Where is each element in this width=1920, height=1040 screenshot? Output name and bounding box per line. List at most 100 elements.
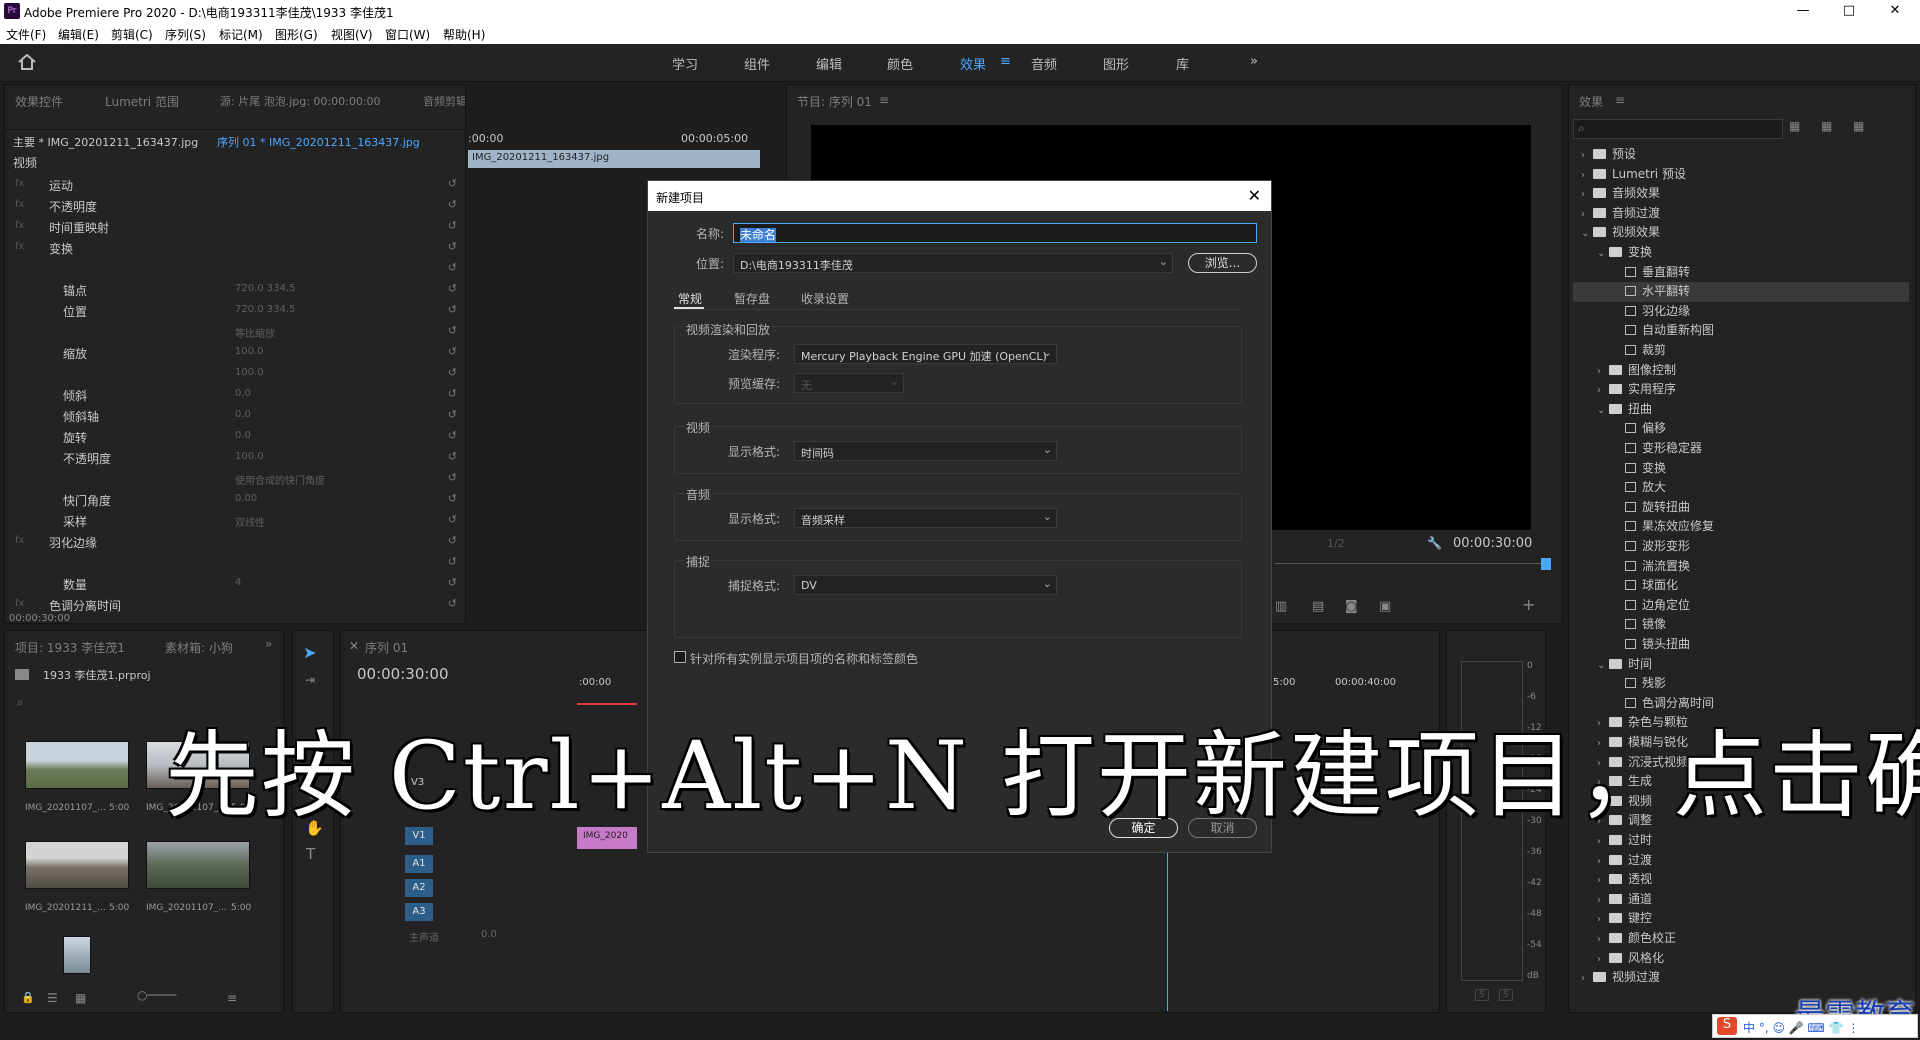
reset-icon[interactable]: ↺: [448, 177, 457, 190]
effects-item[interactable]: 变换: [1573, 459, 1909, 479]
effect-property-row[interactable]: 倾斜轴 0.0 ↺: [5, 406, 467, 427]
fx-badge-icon[interactable]: fx: [15, 241, 24, 252]
workspace-editing[interactable]: 编辑: [816, 54, 842, 73]
tab-project[interactable]: 项目: 1933 李佳茂1: [15, 639, 125, 656]
effects-item[interactable]: 球面化: [1573, 576, 1909, 596]
effect-property-value[interactable]: 720.0 334.5: [235, 304, 295, 315]
renderer-select[interactable]: Mercury Playback Engine GPU 加速 (OpenCL) …: [794, 344, 1057, 364]
video-format-select[interactable]: 时间码 ⌄: [794, 441, 1057, 461]
effect-property-value[interactable]: 双线性: [235, 514, 265, 529]
effects-folder-item[interactable]: › 实用程序: [1573, 380, 1909, 400]
reset-icon[interactable]: ↺: [448, 450, 457, 463]
fx-badge-icon[interactable]: fx: [15, 535, 24, 546]
solo-right-button[interactable]: S: [1499, 989, 1513, 1001]
tab-sequence[interactable]: 序列 01: [365, 639, 408, 656]
effects-item[interactable]: 偏移: [1573, 419, 1909, 439]
compare-icon[interactable]: ▣: [1379, 599, 1391, 614]
reset-icon[interactable]: ↺: [448, 492, 457, 505]
effects-panel-menu-icon[interactable]: ≡: [1615, 93, 1625, 107]
effects-folder-item[interactable]: › 透视: [1573, 870, 1909, 890]
effect-property-row[interactable]: 使用合成的快门角度 ↺: [5, 469, 467, 490]
fx-badge-icon[interactable]: fx: [15, 220, 24, 231]
ec-clip-bar[interactable]: IMG_20201211_163437.jpg: [468, 150, 760, 168]
solo-left-button[interactable]: S: [1475, 989, 1489, 1001]
reset-icon[interactable]: ↺: [448, 282, 457, 295]
capture-format-select[interactable]: DV ⌄: [794, 575, 1057, 595]
thumbnail-1[interactable]: [25, 741, 129, 789]
browse-button[interactable]: 浏览...: [1188, 253, 1257, 273]
workspace-assembly[interactable]: 组件: [744, 54, 770, 73]
wrench-icon[interactable]: 🔧: [1427, 536, 1442, 550]
effects-item[interactable]: 自动重新构图: [1573, 321, 1909, 341]
reset-icon[interactable]: ↺: [448, 597, 457, 610]
workspace-learn[interactable]: 学习: [672, 54, 698, 73]
effect-property-value[interactable]: 720.0 334.5: [235, 283, 295, 294]
effects-item[interactable]: 旋转扭曲: [1573, 498, 1909, 518]
reset-icon[interactable]: ↺: [448, 534, 457, 547]
effect-property-row[interactable]: 缩放 100.0 ↺: [5, 343, 467, 364]
menu-help[interactable]: 帮助(H): [443, 26, 485, 43]
reset-icon[interactable]: ↺: [448, 198, 457, 211]
effects-item[interactable]: 羽化边缘: [1573, 302, 1909, 322]
name-input[interactable]: 未命名: [733, 223, 1257, 243]
effects-item[interactable]: 裁剪: [1573, 341, 1909, 361]
effect-property-row[interactable]: ↺: [5, 259, 467, 280]
effect-property-row[interactable]: 位置 720.0 334.5 ↺: [5, 301, 467, 322]
effects-folder-item[interactable]: › 风格化: [1573, 949, 1909, 969]
effect-property-value[interactable]: 100.0: [235, 346, 264, 357]
add-button-icon[interactable]: +: [1522, 595, 1535, 614]
thumbnail-3[interactable]: [25, 841, 129, 889]
effect-property-row[interactable]: 快门角度 0.00 ↺: [5, 490, 467, 511]
tab-general[interactable]: 常规: [678, 290, 702, 307]
reset-icon[interactable]: ↺: [448, 387, 457, 400]
effect-property-value[interactable]: 0.0: [235, 409, 251, 420]
menu-file[interactable]: 文件(F): [6, 26, 46, 43]
sogou-ime-icon[interactable]: S: [1717, 1017, 1737, 1035]
search-icon[interactable]: ⌕: [17, 695, 24, 710]
effects-folder-item[interactable]: › 视频过渡: [1573, 968, 1909, 988]
ime-status[interactable]: 中 °, ☺ 🎤 ⌨ 👕 ⋮: [1743, 1019, 1859, 1036]
effects-item[interactable]: 边角定位: [1573, 596, 1909, 616]
text-tool-icon[interactable]: T: [306, 845, 315, 863]
overwrite-icon[interactable]: ▤: [1312, 599, 1324, 614]
effect-property-value[interactable]: 等比缩放: [235, 325, 275, 340]
effects-folder-item[interactable]: › 预设: [1573, 145, 1909, 165]
fx-badge-icon[interactable]: fx: [15, 178, 24, 189]
selection-tool-icon[interactable]: ➤: [303, 643, 316, 662]
tab-lumetri-scopes[interactable]: Lumetri 范围: [105, 93, 179, 110]
workspace-more-icon[interactable]: »: [1250, 54, 1258, 69]
tab-source[interactable]: 源: 片尾 泡泡.jpg: 00:00:00:00: [220, 93, 381, 109]
reset-icon[interactable]: ↺: [448, 240, 457, 253]
menu-view[interactable]: 视图(V): [331, 26, 373, 43]
show-names-checkbox[interactable]: [674, 651, 686, 663]
effect-property-row[interactable]: 100.0 ↺: [5, 364, 467, 385]
reset-icon[interactable]: ↺: [448, 513, 457, 526]
effects-folder-item[interactable]: › 图像控制: [1573, 361, 1909, 381]
effects-folder-item[interactable]: › 键控: [1573, 909, 1909, 929]
zoom-slider[interactable]: ○────: [137, 988, 176, 1002]
program-playhead[interactable]: [1541, 558, 1551, 570]
track-a1-label[interactable]: A1: [405, 855, 433, 873]
menu-graphics[interactable]: 图形(G): [275, 26, 318, 43]
reset-icon[interactable]: ↺: [448, 366, 457, 379]
effects-item[interactable]: 镜头扭曲: [1573, 635, 1909, 655]
reset-icon[interactable]: ↺: [448, 429, 457, 442]
panel-overflow-icon[interactable]: »: [265, 637, 272, 651]
tab-audio-mixer[interactable]: 音频剪辑混合器: 序列01: [423, 93, 465, 109]
track-select-icon[interactable]: ⇥: [305, 673, 315, 687]
effect-property-row[interactable]: 变换 fx ↺: [5, 238, 467, 259]
effect-property-row[interactable]: 倾斜 0.0 ↺: [5, 385, 467, 406]
workspace-effects[interactable]: 效果: [960, 54, 986, 73]
export-frame-icon[interactable]: ◙: [1345, 599, 1358, 614]
effects-item[interactable]: 镜像: [1573, 615, 1909, 635]
reset-icon[interactable]: ↺: [448, 303, 457, 316]
home-icon[interactable]: [18, 54, 36, 70]
effect-property-value[interactable]: 0.0: [235, 388, 251, 399]
sort-icon[interactable]: ≡: [227, 991, 237, 1005]
accelerated-effects-icon[interactable]: ▦: [1789, 119, 1800, 133]
reset-icon[interactable]: ↺: [448, 555, 457, 568]
effect-property-row[interactable]: 羽化边缘 fx ↺: [5, 532, 467, 553]
effect-property-value[interactable]: 使用合成的快门角度: [235, 472, 325, 487]
effects-item[interactable]: 放大: [1573, 478, 1909, 498]
tab-effect-controls[interactable]: 效果控件: [15, 93, 63, 110]
